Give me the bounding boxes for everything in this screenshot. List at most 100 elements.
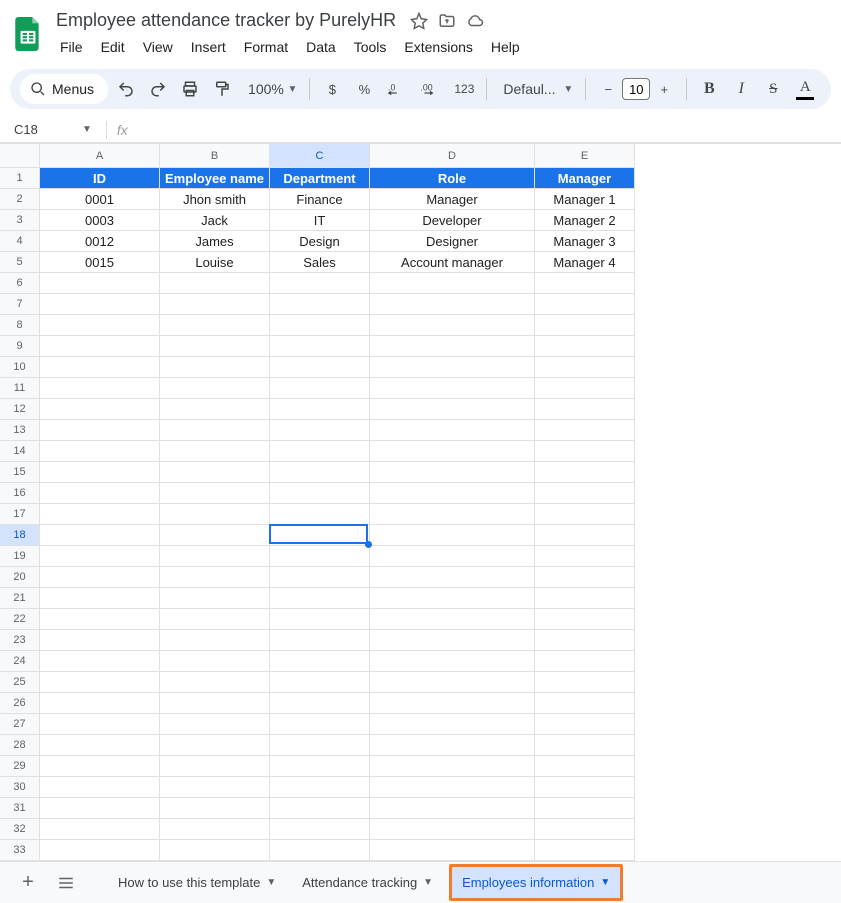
cell-E27[interactable] [535,714,635,735]
cell-E10[interactable] [535,357,635,378]
cell-A23[interactable] [40,630,160,651]
cell-C20[interactable] [270,567,370,588]
cell-E28[interactable] [535,735,635,756]
font-select[interactable]: Defaul...▼ [495,75,577,103]
cell-C5[interactable]: Sales [270,252,370,273]
cell-B21[interactable] [160,588,270,609]
increase-font-button[interactable]: + [650,75,678,103]
cell-E8[interactable] [535,315,635,336]
row-header-4[interactable]: 4 [0,231,40,252]
cell-E11[interactable] [535,378,635,399]
doc-title[interactable]: Employee attendance tracker by PurelyHR [52,8,400,33]
cell-B18[interactable] [160,525,270,546]
sheets-logo[interactable] [14,16,42,52]
cell-C15[interactable] [270,462,370,483]
cell-E3[interactable]: Manager 2 [535,210,635,231]
row-header-31[interactable]: 31 [0,798,40,819]
name-box[interactable] [6,120,74,139]
cell-B23[interactable] [160,630,270,651]
cell-C8[interactable] [270,315,370,336]
cell-E6[interactable] [535,273,635,294]
cell-A29[interactable] [40,756,160,777]
cell-B1[interactable]: Employee name [160,168,270,189]
cell-A2[interactable]: 0001 [40,189,160,210]
cell-D10[interactable] [370,357,535,378]
cell-C2[interactable]: Finance [270,189,370,210]
cell-B11[interactable] [160,378,270,399]
cell-D14[interactable] [370,441,535,462]
undo-button[interactable] [112,75,140,103]
menu-format[interactable]: Format [236,35,296,59]
row-header-6[interactable]: 6 [0,273,40,294]
cell-C9[interactable] [270,336,370,357]
col-header-C[interactable]: C [270,144,370,168]
menu-view[interactable]: View [135,35,181,59]
cell-C16[interactable] [270,483,370,504]
sheet-tab-how-to-use-this-template[interactable]: How to use this template▼ [108,864,286,901]
cell-A17[interactable] [40,504,160,525]
cell-E33[interactable] [535,840,635,861]
cell-A13[interactable] [40,420,160,441]
cell-A10[interactable] [40,357,160,378]
cell-E18[interactable] [535,525,635,546]
cell-B14[interactable] [160,441,270,462]
cell-D19[interactable] [370,546,535,567]
cell-E20[interactable] [535,567,635,588]
cell-D7[interactable] [370,294,535,315]
row-header-29[interactable]: 29 [0,756,40,777]
cell-B33[interactable] [160,840,270,861]
row-header-2[interactable]: 2 [0,189,40,210]
cell-A1[interactable]: ID [40,168,160,189]
cell-C14[interactable] [270,441,370,462]
cell-E5[interactable]: Manager 4 [535,252,635,273]
row-header-11[interactable]: 11 [0,378,40,399]
row-header-5[interactable]: 5 [0,252,40,273]
cell-C32[interactable] [270,819,370,840]
cell-C10[interactable] [270,357,370,378]
cell-A4[interactable]: 0012 [40,231,160,252]
row-header-22[interactable]: 22 [0,609,40,630]
cell-D1[interactable]: Role [370,168,535,189]
menu-tools[interactable]: Tools [346,35,395,59]
name-box-dropdown[interactable]: ▼ [74,124,100,135]
cell-C23[interactable] [270,630,370,651]
row-header-14[interactable]: 14 [0,441,40,462]
cell-B16[interactable] [160,483,270,504]
cell-B9[interactable] [160,336,270,357]
cell-A8[interactable] [40,315,160,336]
text-color-button[interactable]: A [791,75,819,103]
cell-D9[interactable] [370,336,535,357]
cell-B31[interactable] [160,798,270,819]
cell-E2[interactable]: Manager 1 [535,189,635,210]
row-header-21[interactable]: 21 [0,588,40,609]
sheet-tab-attendance-tracking[interactable]: Attendance tracking▼ [292,864,443,901]
cell-E7[interactable] [535,294,635,315]
cell-E24[interactable] [535,651,635,672]
row-header-16[interactable]: 16 [0,483,40,504]
cell-D17[interactable] [370,504,535,525]
sheet-tab-menu-icon[interactable]: ▼ [423,877,433,888]
cell-D33[interactable] [370,840,535,861]
menu-edit[interactable]: Edit [93,35,133,59]
percent-button[interactable]: % [350,75,378,103]
cell-B15[interactable] [160,462,270,483]
cell-A21[interactable] [40,588,160,609]
cell-C27[interactable] [270,714,370,735]
cell-A22[interactable] [40,609,160,630]
cell-B10[interactable] [160,357,270,378]
menu-help[interactable]: Help [483,35,528,59]
italic-button[interactable]: I [727,75,755,103]
cell-D27[interactable] [370,714,535,735]
cell-D13[interactable] [370,420,535,441]
cell-D8[interactable] [370,315,535,336]
row-header-27[interactable]: 27 [0,714,40,735]
cell-A5[interactable]: 0015 [40,252,160,273]
cell-E32[interactable] [535,819,635,840]
row-header-23[interactable]: 23 [0,630,40,651]
cell-C25[interactable] [270,672,370,693]
cell-A20[interactable] [40,567,160,588]
move-icon[interactable] [438,12,456,30]
strikethrough-button[interactable]: S [759,75,787,103]
cell-E29[interactable] [535,756,635,777]
cell-A32[interactable] [40,819,160,840]
